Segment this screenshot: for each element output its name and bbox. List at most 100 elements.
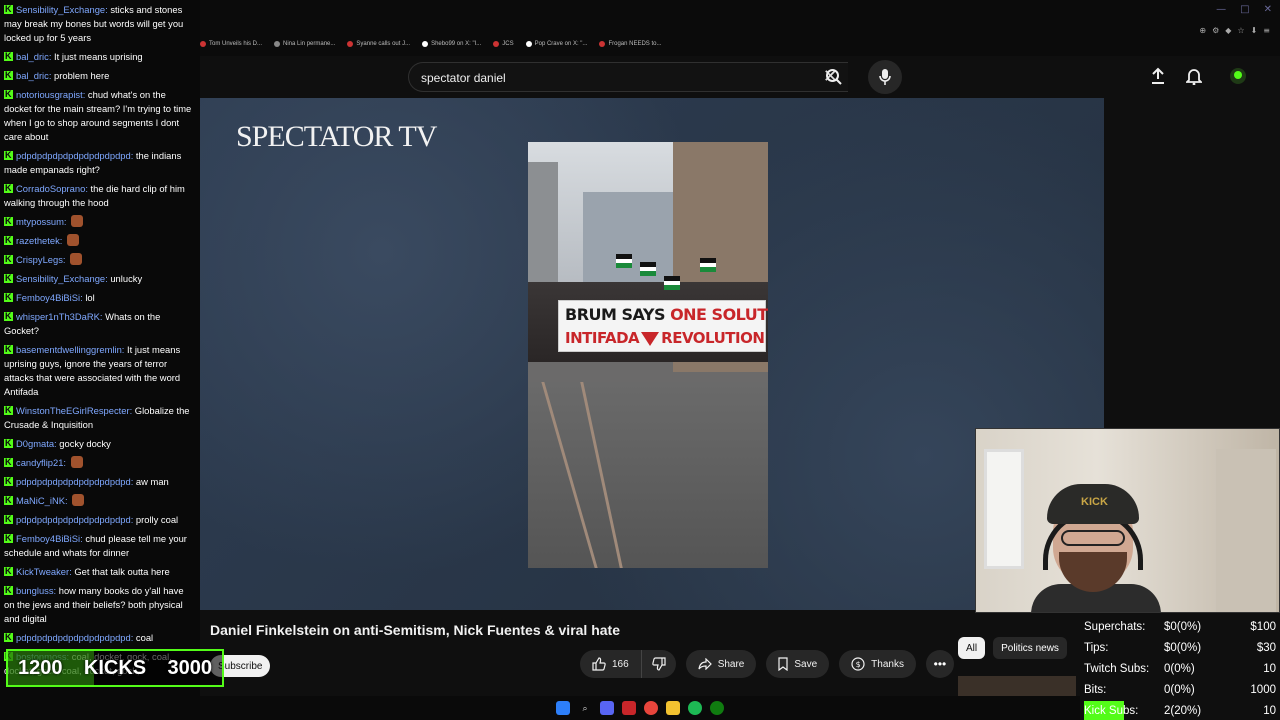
chat-username[interactable]: notoriousgrapist: [16, 89, 85, 100]
save-button[interactable]: Save [766, 650, 830, 678]
microphone-icon [879, 69, 891, 85]
emote-icon [70, 456, 83, 468]
protest-banner: BRUM SAYS ONE SOLUTION INTIFADA REVOLUTIO… [558, 300, 768, 352]
chat-username[interactable]: mtypossum: [16, 216, 67, 227]
search-button[interactable] [812, 62, 856, 92]
window-controls: — □ ✕ [1216, 4, 1272, 15]
chat-username[interactable]: bungluss: [16, 585, 56, 596]
minimize-icon[interactable]: — [1216, 4, 1226, 15]
search-input[interactable]: spectator daniel ✕ [408, 62, 848, 92]
kick-badge-icon [4, 214, 13, 228]
stat-row: Kick Subs: 2(20%) 10 [1084, 700, 1276, 720]
favicon-icon [422, 41, 429, 47]
video-player[interactable]: SPECTATOR TV BRUM SAYS ONE SOLUTION INTI… [200, 98, 1104, 610]
thanks-button[interactable]: $ Thanks [839, 650, 916, 678]
bookmark-item[interactable]: Frogan NEEDS to... [599, 41, 661, 47]
extension-icon[interactable]: ◆ [1225, 26, 1231, 35]
chat-message: bal_dric: It just means uprising [4, 49, 196, 64]
bookmark-item[interactable]: Nina Lin permane... [274, 41, 335, 47]
bookmark-item[interactable]: JCS [493, 41, 514, 47]
video-title: Daniel Finkelstein on anti-Semitism, Nic… [210, 622, 620, 638]
discord-icon[interactable] [600, 701, 614, 715]
bookmark-item[interactable]: Pop Crave on X: "... [525, 41, 587, 47]
chat-username[interactable]: Femboy4BiBiSi: [16, 292, 83, 303]
chip-all[interactable]: All [958, 637, 986, 659]
more-icon: ••• [933, 657, 947, 671]
chat-username[interactable]: CorradoSoprano: [16, 183, 88, 194]
browser-icon[interactable] [622, 701, 636, 715]
chat-username[interactable]: pdpdpdpdpdpdpdpdpdpdpd: [16, 476, 133, 487]
windows-start-icon[interactable] [556, 701, 570, 715]
download-icon[interactable]: ⬇ [1251, 26, 1258, 35]
stat-goal: 10 [1263, 662, 1276, 675]
chat-username[interactable]: whisper1nTh3DaRK: [16, 311, 103, 322]
chat-text: gocky docky [59, 438, 111, 449]
xbox-icon[interactable] [710, 701, 724, 715]
bookmark-item[interactable]: Syanne calls out J... [347, 41, 410, 47]
thumbs-down-icon [651, 657, 666, 671]
account-avatar[interactable] [1226, 64, 1250, 88]
chat-username[interactable]: bal_dric: [16, 70, 51, 81]
related-video-thumbnail[interactable] [958, 676, 1076, 698]
zoom-icon[interactable]: ⊕ [1199, 26, 1206, 35]
chat-username[interactable]: D0gmata: [16, 438, 57, 449]
emote-icon [72, 494, 85, 506]
stat-label: Kick Subs: [1084, 704, 1139, 717]
taskbar-search-icon[interactable]: ⌕ [578, 701, 592, 715]
chip-politics-news[interactable]: Politics news [993, 637, 1067, 659]
like-button[interactable]: 166 [580, 650, 641, 678]
upload-button[interactable] [1146, 64, 1170, 88]
chat-username[interactable]: CrispyLegs: [16, 254, 66, 265]
save-label: Save [794, 658, 818, 670]
chat-message: D0gmata: gocky docky [4, 436, 196, 451]
kicks-current: 1200 [18, 656, 63, 679]
chat-username[interactable]: Sensibility_Exchange: [16, 273, 108, 284]
chat-username[interactable]: pdpdpdpdpdpdpdpdpdpdpd: [16, 632, 133, 643]
chat-username[interactable]: razethetek: [16, 235, 62, 246]
bookmark-item[interactable]: Shebo99 on X: "I... [422, 41, 481, 47]
chat-username[interactable]: candyflip21: [16, 457, 66, 468]
protest-clip: BRUM SAYS ONE SOLUTION INTIFADA REVOLUTIO… [528, 142, 768, 568]
chat-username[interactable]: basementdwellinggremlin: [16, 344, 124, 355]
chat-message: basementdwellinggremlin: It just means u… [4, 342, 196, 399]
stat-value: $0(0%) [1164, 620, 1202, 633]
banner-text-a: BRUM SAYS [565, 305, 671, 324]
cap: KICK [1047, 484, 1139, 524]
chat-message: pdpdpdpdpdpdpdpdpdpdpd: prolly coal [4, 512, 196, 527]
chat-username[interactable]: bal_dric: [16, 51, 51, 62]
close-window-icon[interactable]: ✕ [1264, 4, 1272, 15]
bookmark-label: Shebo99 on X: "I... [431, 41, 482, 47]
stat-value: 2(20%) [1164, 704, 1202, 717]
voice-search-button[interactable] [868, 60, 902, 94]
chat-username[interactable]: Femboy4BiBiSi: [16, 533, 83, 544]
file-explorer-icon[interactable] [666, 701, 680, 715]
bookmark-star-icon[interactable]: ☆ [1237, 26, 1244, 35]
browser-tab-bar: — □ ✕ [200, 0, 1280, 22]
kick-badge-icon [4, 531, 13, 545]
chat-username[interactable]: WinstonTheEGirlRespecter: [16, 405, 132, 416]
maximize-icon[interactable]: □ [1240, 4, 1249, 15]
chat-username[interactable]: Sensibility_Exchange: [16, 4, 108, 15]
favicon-icon [200, 41, 206, 47]
more-actions-button[interactable]: ••• [925, 650, 954, 678]
chat-message: Sensibility_Exchange: sticks and stones … [4, 2, 196, 45]
share-button[interactable]: Share [685, 650, 757, 678]
chat-username[interactable]: pdpdpdpdpdpdpdpdpdpdpd: [16, 514, 133, 525]
menu-icon[interactable]: ≡ [1263, 26, 1270, 35]
chat-username[interactable]: pdpdpdpdpdpdpdpdpdpdpd: [16, 150, 133, 161]
dislike-button[interactable] [640, 650, 676, 678]
chat-username[interactable]: MaNiC_iNK: [16, 495, 68, 506]
heart-dollar-icon: $ [851, 657, 865, 671]
chat-username[interactable]: KickTweaker: [16, 566, 72, 577]
donation-stats: Superchats: $0(0%) $100 Tips: $0(0%) $30 Twitc… [1080, 616, 1280, 720]
chat-text: unlucky [110, 273, 143, 284]
spotify-icon[interactable] [688, 701, 702, 715]
banner-text-d: REVOLUTION [661, 329, 765, 347]
notifications-button[interactable] [1182, 64, 1206, 88]
triangle-icon [641, 331, 660, 346]
kick-badge-icon [4, 148, 13, 162]
settings-icon[interactable]: ⚙ [1212, 26, 1219, 35]
chrome-icon[interactable] [644, 701, 658, 715]
kick-badge-icon [4, 564, 13, 578]
bookmark-item[interactable]: Tom Unveils his D... [200, 41, 262, 47]
